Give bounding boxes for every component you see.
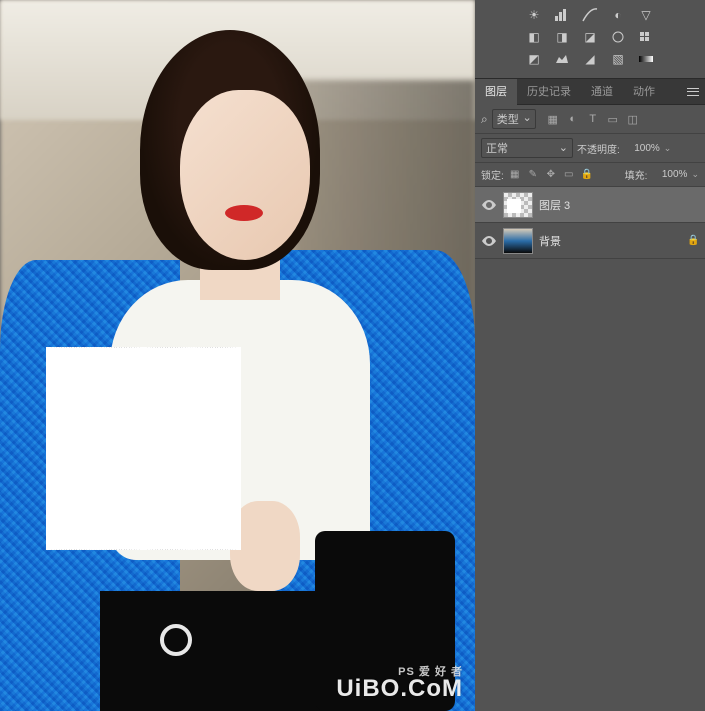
gradient-map-icon[interactable] <box>637 51 655 67</box>
blend-mode-select[interactable]: 正常 <box>481 138 573 158</box>
levels-icon[interactable] <box>553 7 571 23</box>
vibrance-icon[interactable]: ▽ <box>637 7 655 23</box>
photo-face <box>180 90 310 260</box>
opt-row-2: ◧ ◨ ◪ <box>475 26 705 48</box>
layer-filter-row: ⌕ 类型 ▦ ◐ T ▭ ◫ <box>475 105 705 134</box>
brightness-icon[interactable]: ☀ <box>525 7 543 23</box>
lock-all-icon[interactable]: 🔒 <box>580 168 594 182</box>
app-root: PS 爱 好 者 UiBO.CoM ☀ ◐ ▽ ◧ ◨ ◪ ◩ <box>0 0 705 711</box>
layers-panel: ⌕ 类型 ▦ ◐ T ▭ ◫ 正常 不透明度: 100% ⌄ <box>475 105 705 711</box>
photo-ring-logo <box>160 624 192 656</box>
selective-color-icon[interactable]: ▧ <box>609 51 627 67</box>
selection-filled-rect[interactable] <box>46 347 241 550</box>
threshold-icon[interactable]: ◢ <box>581 51 599 67</box>
tab-channels[interactable]: 通道 <box>581 79 623 105</box>
blend-mode-value: 正常 <box>486 140 508 156</box>
lock-label: 锁定: <box>481 167 504 182</box>
blend-mode-row: 正常 不透明度: 100% ⌄ <box>475 134 705 163</box>
layer-name[interactable]: 图层 3 <box>539 197 699 213</box>
canvas-area[interactable]: PS 爱 好 者 UiBO.CoM <box>0 0 475 711</box>
filter-type-label: 类型 <box>497 114 519 126</box>
lock-row: 锁定: ▦ ✎ ✥ ▭ 🔒 填充: 100% ⌄ <box>475 163 705 187</box>
curves-icon[interactable] <box>581 7 599 23</box>
search-icon: ⌕ <box>481 112 488 127</box>
lock-indicator-icon: 🔒 <box>687 235 699 247</box>
tab-actions[interactable]: 动作 <box>623 79 665 105</box>
channel-mixer-icon[interactable] <box>637 29 655 45</box>
lock-icon-group: ▦ ✎ ✥ ▭ 🔒 <box>508 168 594 182</box>
opt-row-3: ◩ ◢ ▧ <box>475 48 705 70</box>
layer-row-layer3[interactable]: 图层 3 <box>475 187 705 223</box>
bw-icon[interactable]: ◪ <box>581 29 599 45</box>
watermark-main: UiBO.CoM <box>336 675 463 702</box>
filter-type-icon[interactable]: T <box>586 112 600 126</box>
colbal-icon[interactable]: ◨ <box>553 29 571 45</box>
lock-paint-icon[interactable]: ✎ <box>526 168 540 182</box>
lock-artboard-icon[interactable]: ▭ <box>562 168 576 182</box>
layer-name[interactable]: 背景 <box>539 233 681 249</box>
opacity-arrow-icon[interactable]: ⌄ <box>664 143 672 154</box>
exposure-icon[interactable]: ◐ <box>609 7 627 23</box>
filter-pixel-icon[interactable]: ▦ <box>546 112 560 126</box>
lock-transparent-icon[interactable]: ▦ <box>508 168 522 182</box>
filter-adjust-icon[interactable]: ◐ <box>566 112 580 126</box>
opt-row-1: ☀ ◐ ▽ <box>475 4 705 26</box>
panel-tab-bar: 图层 历史记录 通道 动作 <box>475 79 705 105</box>
photo-filter-icon[interactable] <box>609 29 627 45</box>
watermark: PS 爱 好 者 UiBO.CoM <box>336 663 463 703</box>
hue-icon[interactable]: ◧ <box>525 29 543 45</box>
panel-menu-icon[interactable] <box>685 85 701 99</box>
fill-value[interactable]: 100% <box>651 169 687 180</box>
options-strip: ☀ ◐ ▽ ◧ ◨ ◪ ◩ ◢ ▧ <box>475 0 705 79</box>
invert-icon[interactable]: ◩ <box>525 51 543 67</box>
document-photo: PS 爱 好 者 UiBO.CoM <box>0 0 475 711</box>
opacity-label: 不透明度: <box>577 141 620 156</box>
eye-icon <box>482 236 496 246</box>
fill-label: 填充: <box>625 167 648 182</box>
fill-arrow-icon[interactable]: ⌄ <box>691 169 699 180</box>
filter-icon-group: ▦ ◐ T ▭ ◫ <box>546 112 640 126</box>
right-panels: ☀ ◐ ▽ ◧ ◨ ◪ ◩ ◢ ▧ 图层 <box>475 0 705 711</box>
eye-icon <box>482 200 496 210</box>
layer-thumbnail[interactable] <box>503 192 533 218</box>
filter-shape-icon[interactable]: ▭ <box>606 112 620 126</box>
layer-row-background[interactable]: 背景 🔒 <box>475 223 705 259</box>
filter-smart-icon[interactable]: ◫ <box>626 112 640 126</box>
layer-thumbnail[interactable] <box>503 228 533 254</box>
lock-position-icon[interactable]: ✥ <box>544 168 558 182</box>
tab-history[interactable]: 历史记录 <box>517 79 581 105</box>
layer-filter-type-select[interactable]: 类型 <box>492 109 536 129</box>
posterize-icon[interactable] <box>553 51 571 67</box>
opacity-value[interactable]: 100% <box>624 143 660 154</box>
tab-layers[interactable]: 图层 <box>475 79 517 105</box>
visibility-toggle[interactable] <box>481 197 497 213</box>
visibility-toggle[interactable] <box>481 233 497 249</box>
photo-lips <box>225 205 263 221</box>
